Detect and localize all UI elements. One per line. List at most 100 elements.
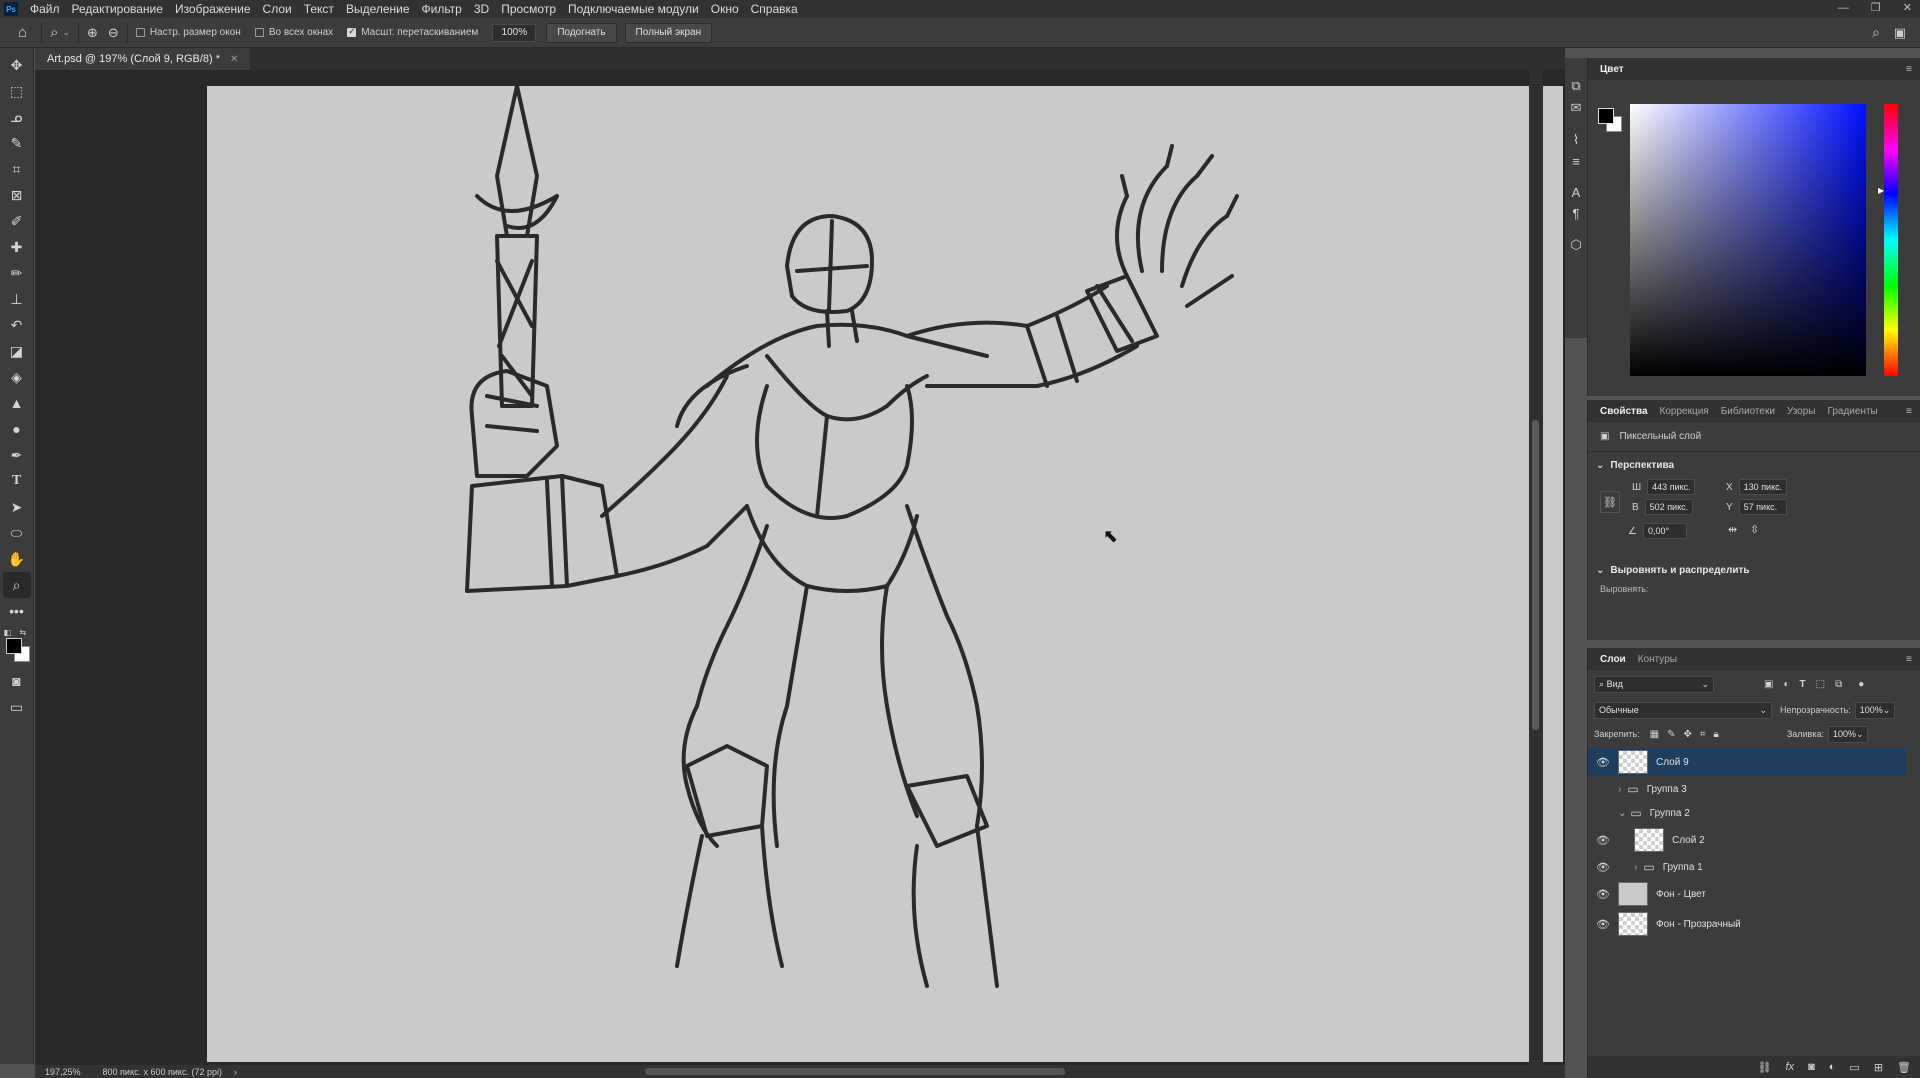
canvas[interactable] xyxy=(207,86,1563,1062)
default-colors-icon[interactable]: ◧ xyxy=(4,628,12,637)
new-layer-icon[interactable]: ⊞ xyxy=(1874,1061,1883,1074)
flip-horizontal-icon[interactable]: ⇹ xyxy=(1728,523,1737,536)
lock-transparency-icon[interactable]: ▦ xyxy=(1650,729,1659,740)
menu-help[interactable]: Справка xyxy=(745,0,804,18)
tab-adjustments[interactable]: Коррекция xyxy=(1654,406,1715,417)
swap-colors-icon[interactable]: ⇆ xyxy=(20,628,27,637)
menu-layers[interactable]: Слои xyxy=(257,0,298,18)
quick-mask-icon[interactable]: ◙ xyxy=(3,668,31,694)
link-layers-icon[interactable]: ⛓ xyxy=(1758,1061,1772,1074)
screen-mode-icon[interactable]: ▭ xyxy=(3,694,31,720)
tab-patterns[interactable]: Узоры xyxy=(1781,406,1822,417)
add-mask-icon[interactable]: ◙ xyxy=(1808,1061,1815,1073)
horizontal-scrollbar-thumb[interactable] xyxy=(645,1068,1065,1075)
hand-tool-icon[interactable]: ✋ xyxy=(3,546,31,572)
more-tools-icon[interactable]: ••• xyxy=(3,598,31,624)
close-tab-icon[interactable]: ✕ xyxy=(230,54,238,65)
chevron-right-icon[interactable]: › xyxy=(1618,784,1621,795)
vertical-scrollbar-thumb[interactable] xyxy=(1532,420,1539,730)
history-brush-tool-icon[interactable]: ↶ xyxy=(3,312,31,338)
layer-style-icon[interactable]: fx xyxy=(1786,1061,1795,1073)
tab-gradients[interactable]: Градиенты xyxy=(1821,406,1883,417)
menu-filter[interactable]: Фильтр xyxy=(416,0,468,18)
filter-toggle-icon[interactable]: ● xyxy=(1858,679,1864,690)
brush-tool-icon[interactable]: ✏ xyxy=(3,260,31,286)
eyedropper-tool-icon[interactable]: ✐ xyxy=(3,208,31,234)
layer-row[interactable]: 👁︎ Фон - Прозрачный xyxy=(1588,910,1906,938)
paint-bucket-tool-icon[interactable]: ◈ xyxy=(3,364,31,390)
lock-all-icon[interactable]: 🔒︎ xyxy=(1713,729,1718,740)
vertical-scrollbar[interactable] xyxy=(1529,70,1543,1065)
color-swatches[interactable]: ◧ ⇆ xyxy=(2,628,32,668)
layer-row[interactable]: 👁︎ Слой 2 xyxy=(1588,826,1906,854)
zoom-value-field[interactable]: 100% xyxy=(492,23,537,42)
zoom-level[interactable]: 197,25% xyxy=(45,1067,81,1077)
layer-row[interactable]: › ▭ Группа 3 xyxy=(1588,778,1906,800)
width-field[interactable]: 443 пикс. xyxy=(1647,479,1696,495)
status-chevron-icon[interactable]: › xyxy=(234,1067,237,1077)
x-field[interactable]: 130 пикс. xyxy=(1738,479,1787,495)
visibility-eye-icon[interactable]: 👁︎ xyxy=(1594,888,1612,901)
layer-row[interactable]: 👁︎ Слой 9 xyxy=(1588,748,1906,776)
menu-edit[interactable]: Редактирование xyxy=(66,0,169,18)
search-icon[interactable]: ⌕ xyxy=(1872,24,1880,41)
document-tab[interactable]: Art.psd @ 197% (Слой 9, RGB/8) * ✕ xyxy=(35,48,251,70)
zoom-in-icon[interactable]: ⊕ xyxy=(87,25,98,41)
perspective-section-header[interactable]: ⌄ Перспектива xyxy=(1596,460,1920,471)
checkbox-box[interactable] xyxy=(135,28,145,37)
workspace[interactable]: ⬉ xyxy=(35,70,1565,1065)
foreground-color-swatch[interactable] xyxy=(1598,108,1614,124)
lasso-tool-icon[interactable]: ᓄ xyxy=(3,104,31,130)
menu-view[interactable]: Просмотр xyxy=(495,0,562,18)
lock-artboard-icon[interactable]: ⌗ xyxy=(1700,729,1706,740)
checkbox-box[interactable] xyxy=(254,28,264,37)
filter-smart-object-icon[interactable]: ⧉ xyxy=(1835,679,1842,690)
minimize-icon[interactable]: — xyxy=(1838,0,1849,16)
panel-menu-icon[interactable]: ≡ xyxy=(1906,406,1912,417)
healing-brush-tool-icon[interactable]: ✚ xyxy=(3,234,31,260)
comments-panel-icon[interactable]: ✉ xyxy=(1571,100,1582,116)
visibility-eye-icon[interactable]: 👁︎ xyxy=(1594,861,1612,874)
menu-select[interactable]: Выделение xyxy=(340,0,416,18)
filter-type-icon[interactable]: T xyxy=(1800,679,1806,690)
blur-tool-icon[interactable]: ▲ xyxy=(3,390,31,416)
zoom-tool-icon[interactable]: ⌕ xyxy=(2,572,31,598)
close-window-icon[interactable]: ✕ xyxy=(1903,0,1912,16)
chevron-down-icon[interactable]: ⌄ xyxy=(1596,565,1604,576)
layer-row[interactable]: 👁︎ › ▭ Группа 1 xyxy=(1588,856,1906,878)
chevron-down-icon[interactable]: ⌄ xyxy=(1596,460,1604,471)
menu-plugins[interactable]: Подключаемые модули xyxy=(562,0,705,18)
menu-window[interactable]: Окно xyxy=(705,0,745,18)
all-windows-checkbox[interactable]: Во всех окнах xyxy=(254,27,333,38)
fill-screen-button[interactable]: Полный экран xyxy=(624,22,713,43)
flip-vertical-icon[interactable]: ⇳ xyxy=(1750,523,1759,536)
align-section-header[interactable]: ⌄ Выровнять и распределить xyxy=(1596,565,1920,576)
menu-file[interactable]: Файл xyxy=(24,0,66,18)
height-field[interactable]: 502 пикс. xyxy=(1644,499,1693,515)
new-group-icon[interactable]: ▭ xyxy=(1849,1061,1859,1074)
visibility-eye-icon[interactable]: 👁︎ xyxy=(1594,918,1612,931)
brush-settings-icon[interactable]: ⌇ xyxy=(1573,132,1579,148)
panel-menu-icon[interactable]: ≡ xyxy=(1906,654,1912,665)
marquee-tool-icon[interactable]: ⬚ xyxy=(3,78,31,104)
type-tool-icon[interactable]: T xyxy=(3,468,31,494)
workspace-icon[interactable]: ▣ xyxy=(1894,25,1906,41)
chevron-down-icon[interactable]: ⌄ xyxy=(1618,808,1626,819)
fill-field[interactable]: 100% ⌄ xyxy=(1827,725,1868,743)
visibility-eye-icon[interactable]: 👁︎ xyxy=(1594,834,1612,847)
scrubby-zoom-checkbox[interactable]: Масшт. перетаскиванием xyxy=(347,26,478,38)
layer-row[interactable]: 👁︎ Фон - Цвет xyxy=(1588,880,1906,908)
adjustments-icon[interactable]: ≡ xyxy=(1572,154,1580,169)
menu-image[interactable]: Изображение xyxy=(169,0,257,18)
tab-properties[interactable]: Свойства xyxy=(1594,406,1654,417)
checkbox-box[interactable] xyxy=(347,26,357,37)
character-panel-icon[interactable]: A xyxy=(1572,185,1581,200)
quick-select-tool-icon[interactable]: ✎ xyxy=(3,130,31,156)
frame-tool-icon[interactable]: ⊠ xyxy=(3,182,31,208)
move-tool-icon[interactable]: ✥ xyxy=(3,52,31,78)
lock-pixels-icon[interactable]: ✎ xyxy=(1667,729,1675,740)
home-icon[interactable]: ⌂ xyxy=(18,24,27,41)
delete-layer-icon[interactable]: 🗑︎ xyxy=(1897,1061,1911,1074)
layer-filter-select[interactable]: ⌕ Вид ⌄ xyxy=(1594,675,1714,693)
tab-layers[interactable]: Слои xyxy=(1594,654,1632,665)
